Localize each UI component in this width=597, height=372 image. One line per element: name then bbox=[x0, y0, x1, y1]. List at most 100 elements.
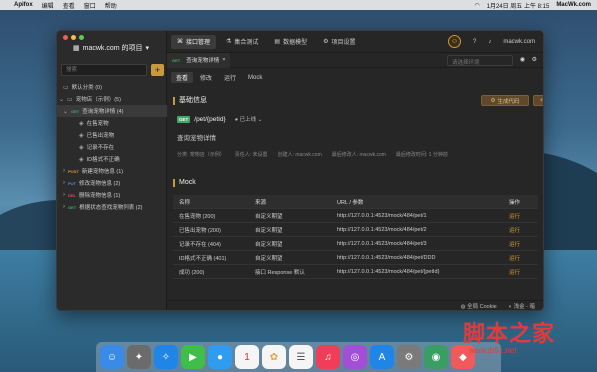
row-run-link[interactable]: 运行 bbox=[509, 212, 538, 220]
tree-item-not-found[interactable]: ◈ 记录不存在 bbox=[57, 141, 167, 153]
folder-icon: ▭ bbox=[63, 84, 69, 91]
gear-icon: ⚙ bbox=[323, 39, 329, 45]
global-cookie-button[interactable]: ◍ 全局 Cookie bbox=[461, 302, 497, 310]
help-icon[interactable]: ? bbox=[473, 39, 476, 45]
reminders-icon[interactable]: ☰ bbox=[289, 345, 313, 369]
lightning-icon: ⚡ bbox=[539, 97, 544, 104]
folder-icon: ▭ bbox=[67, 96, 73, 103]
tree-item-post-pet[interactable]: › POST 新建宠物信息 (1) bbox=[57, 165, 167, 177]
close-tab-icon[interactable]: × bbox=[222, 57, 225, 63]
tree-item-on-sale[interactable]: ◈ 在售宠物 bbox=[57, 117, 167, 129]
tree-item-del-pet[interactable]: › DEL 删除宠物信息 (1) bbox=[57, 189, 167, 201]
close-window-button[interactable] bbox=[63, 35, 68, 40]
window-controls bbox=[63, 35, 84, 40]
menu-view[interactable]: 查看 bbox=[63, 1, 75, 10]
facetime-icon[interactable]: ▶ bbox=[181, 345, 205, 369]
user-name[interactable]: macwk.com bbox=[503, 39, 535, 45]
run-button[interactable]: ⚡ 运行 bbox=[533, 95, 544, 106]
meta-creator: 创建人: macwk.com bbox=[277, 152, 322, 158]
link-icon: ⌘ bbox=[177, 39, 183, 45]
project-title: macwk.com 的项目 bbox=[82, 45, 143, 52]
meta-row: 分类: 宠物店（示例） 责任人: 未设置 创建人: macwk.com 最后修改… bbox=[177, 151, 448, 158]
mock-title: Mock bbox=[173, 179, 196, 187]
tab-view[interactable]: 查看 bbox=[171, 72, 194, 83]
wifi-icon[interactable]: ◠ bbox=[474, 2, 479, 9]
top-nav: ⌘ 接口管理 ⚗ 集合测试 ▤ 数据模型 ⚙ 项目设置 ☺ ? ♪ macwk.… bbox=[167, 31, 543, 53]
launchpad-icon[interactable]: ✦ bbox=[127, 345, 151, 369]
environment-select[interactable]: 请选择环境 bbox=[447, 55, 513, 66]
chevron-down-icon: ⌄ bbox=[59, 96, 65, 103]
podcasts-icon[interactable]: ◎ bbox=[343, 345, 367, 369]
api-path-row: GET /pet/{petId} ● 已上线 ⌄ bbox=[177, 115, 262, 123]
eye-icon[interactable]: ◉ bbox=[520, 56, 525, 63]
watermark-url: www.jb51.net bbox=[469, 346, 517, 355]
clock-text[interactable]: 1月24日 周五 上午 8:15 bbox=[487, 1, 550, 10]
model-icon: ▤ bbox=[274, 39, 281, 45]
doc-tab-get-pet[interactable]: GET 查询宠物详情 × bbox=[167, 52, 231, 68]
menu-help[interactable]: 帮助 bbox=[105, 1, 117, 10]
table-row[interactable]: 已售出宠物 (200) 自定义期望 http://127.0.0.1:4523/… bbox=[173, 223, 538, 237]
meta-modifier: 最后修改人: macwk.com bbox=[331, 152, 386, 158]
safari-icon[interactable]: ✧ bbox=[154, 345, 178, 369]
table-row[interactable]: 成功 (200) 接口 Response 默认 http://127.0.0.1… bbox=[173, 265, 538, 279]
watermark-title: 脚本之家 bbox=[463, 321, 556, 347]
messages-icon[interactable]: ● bbox=[208, 345, 232, 369]
calendar-icon[interactable]: 1 bbox=[235, 345, 259, 369]
basic-info-title: 基础信息 bbox=[173, 97, 207, 105]
row-run-link[interactable]: 运行 bbox=[509, 268, 538, 276]
dock: ☺ ✦ ✧ ▶ ● 1 ✿ ☰ ♫ ◎ A ⚙ ◉ ◆ bbox=[96, 342, 501, 372]
project-switcher[interactable]: ▦ macwk.com 的项目 ▾ bbox=[73, 43, 149, 53]
tab-mock[interactable]: Mock bbox=[243, 72, 267, 83]
tab-run[interactable]: 运行 bbox=[219, 72, 241, 83]
tree-item-default[interactable]: ▭ 默认分类 (0) bbox=[57, 81, 167, 93]
watermark: 脚本之家 www.jb51.net bbox=[455, 312, 595, 362]
status-select[interactable]: ● 已上线 ⌄ bbox=[235, 115, 263, 123]
menu-bar: Apifox 编辑 查看 窗口 帮助 ◠ 1月24日 周五 上午 8:15 Ma… bbox=[0, 0, 597, 10]
tree-item-petstore[interactable]: ⌄ ▭ 宠物店（示例）(5) bbox=[57, 93, 167, 105]
mock-icon: ◈ bbox=[79, 132, 84, 139]
app-window: ▦ macwk.com 的项目 ▾ + ▭ 默认分类 (0) ⌄ ▭ 宠物店（示… bbox=[56, 30, 544, 311]
theme-icon[interactable]: ☺ bbox=[447, 35, 461, 48]
photos-icon[interactable]: ✿ bbox=[262, 345, 286, 369]
grid-icon: ▦ bbox=[73, 45, 80, 52]
menu-app-name[interactable]: Apifox bbox=[14, 2, 33, 8]
row-run-link[interactable]: 运行 bbox=[509, 226, 538, 234]
music-icon[interactable]: ♫ bbox=[316, 345, 340, 369]
tree-item-put-pet[interactable]: › PUT 修改宠物信息 (2) bbox=[57, 177, 167, 189]
table-row[interactable]: 记录不存在 (404) 自定义期望 http://127.0.0.1:4523/… bbox=[173, 237, 538, 251]
tab-edit[interactable]: 修改 bbox=[195, 72, 217, 83]
tab-api-management[interactable]: ⌘ 接口管理 bbox=[171, 34, 217, 49]
theme-switch[interactable]: ◐ 浅金 - 暗 bbox=[509, 302, 535, 310]
bell-icon[interactable]: ♪ bbox=[488, 39, 491, 45]
add-button[interactable]: + bbox=[151, 64, 164, 76]
generate-code-button[interactable]: ⚙ 生成代码 bbox=[481, 95, 529, 106]
menu-window[interactable]: 窗口 bbox=[84, 1, 96, 10]
table-row[interactable]: 在售宠物 (200) 自定义期望 http://127.0.0.1:4523/m… bbox=[173, 209, 538, 223]
tab-collection-test[interactable]: ⚗ 集合测试 bbox=[220, 35, 264, 49]
tab-data-model[interactable]: ▤ 数据模型 bbox=[268, 35, 313, 49]
doc-tabs-bar: GET 查询宠物详情 × 请选择环境 ◉ ⚙ bbox=[167, 52, 543, 68]
tree-item-find-by-status[interactable]: › GET 根据状态查找宠物列表 (2) bbox=[57, 201, 167, 213]
tree-item-get-pet[interactable]: ⌄ GET 查询宠物详情 (4) bbox=[57, 105, 167, 117]
system-preferences-icon[interactable]: ⚙ bbox=[397, 345, 421, 369]
mock-icon: ◈ bbox=[79, 144, 84, 151]
table-row[interactable]: ID格式不正确 (401) 自定义期望 http://127.0.0.1:452… bbox=[173, 251, 538, 265]
tree-item-bad-id[interactable]: ◈ ID格式不正确 bbox=[57, 153, 167, 165]
zoom-window-button[interactable] bbox=[79, 35, 84, 40]
tree-item-sold[interactable]: ◈ 已售出宠物 bbox=[57, 129, 167, 141]
sidebar-search-input[interactable] bbox=[61, 64, 147, 76]
app-store-icon[interactable]: A bbox=[370, 345, 394, 369]
finder-icon[interactable]: ☺ bbox=[100, 345, 124, 369]
method-badge: GET bbox=[177, 115, 191, 123]
api-tree: ▭ 默认分类 (0) ⌄ ▭ 宠物店（示例）(5) ⌄ GET 查询宠物详情 (… bbox=[57, 81, 167, 213]
meta-category: 分类: 宠物店（示例） bbox=[177, 152, 225, 158]
minimize-window-button[interactable] bbox=[71, 35, 76, 40]
chevron-right-icon: › bbox=[63, 192, 65, 198]
row-run-link[interactable]: 运行 bbox=[509, 240, 538, 248]
row-run-link[interactable]: 运行 bbox=[509, 254, 538, 262]
chrome-icon[interactable]: ◉ bbox=[424, 345, 448, 369]
settings-icon[interactable]: ⚙ bbox=[532, 56, 537, 63]
tab-project-settings[interactable]: ⚙ 项目设置 bbox=[317, 35, 361, 49]
chevron-right-icon: › bbox=[63, 180, 65, 186]
menu-edit[interactable]: 编辑 bbox=[42, 1, 54, 10]
